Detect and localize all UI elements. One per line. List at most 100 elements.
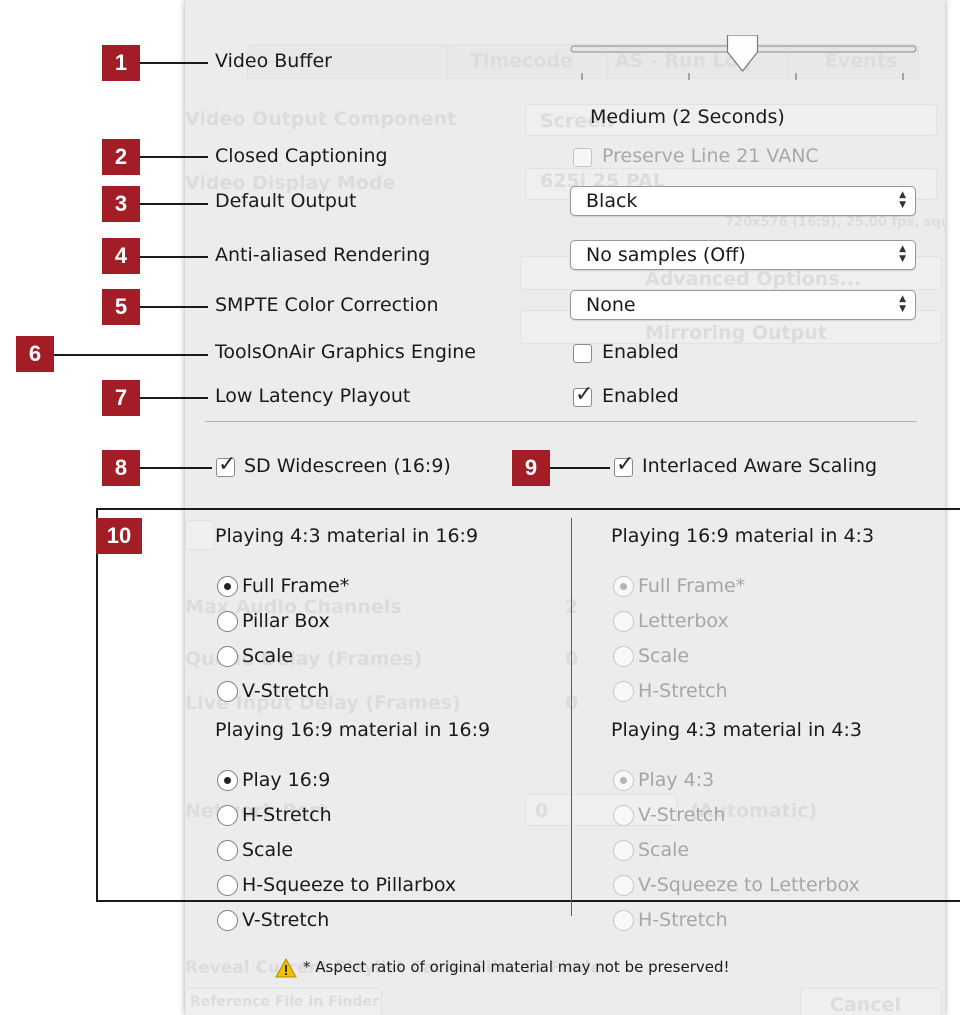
ghost-button-label: Cancel [830,994,901,1015]
radio-button[interactable] [217,875,238,896]
radio-option-label: H-Stretch [242,804,332,826]
smpte-select[interactable]: None ▲ ▼ [570,290,916,320]
ghost-label: Video Output Component [185,108,457,130]
radio-option-label: Scale [638,645,690,667]
ghost-tab-label: Timecode [470,50,573,72]
default-output-label: Default Output [215,190,357,212]
ghost-checkbox [185,520,215,550]
callout-leader [540,467,610,469]
radio-button[interactable] [613,805,634,826]
radio-option-label: Scale [242,839,294,861]
radio-button[interactable] [613,875,634,896]
sd-widescreen-label: SD Widescreen (16:9) [244,455,451,477]
radio-group-title: Playing 16:9 material in 16:9 [215,719,491,741]
radio-option-label: Play 4:3 [638,769,715,791]
radio-option-label: Scale [242,645,294,667]
radio-button[interactable] [613,910,634,931]
slider-thumb[interactable] [726,35,759,72]
callout-frame-bottom [96,900,960,902]
callout-leader [140,156,208,158]
checkmark-icon: ✓ [616,452,635,477]
radio-group-title: Playing 4:3 material in 16:9 [215,525,479,547]
warning-text: * Aspect ratio of original material may … [303,958,730,976]
radio-button[interactable] [217,805,238,826]
radio-option-label: H-Squeeze to Pillarbox [242,874,457,896]
radio-option-label: V-Stretch [638,804,726,826]
column-divider [571,518,572,916]
separator [205,421,917,422]
radio-button[interactable] [613,646,634,667]
callout-badge: 1 [102,45,140,81]
radio-button[interactable] [613,681,634,702]
closed-captioning-label: Closed Captioning [215,145,388,167]
radio-button[interactable] [217,646,238,667]
low-latency-checkbox[interactable]: ✓ [573,382,593,407]
radio-button[interactable] [217,576,238,597]
callout-leader [140,397,208,399]
radio-button[interactable] [217,611,238,632]
radio-selected-dot [620,777,627,784]
default-output-value: Black [586,190,638,212]
callout-badge: 10 [96,518,142,554]
radio-button[interactable] [217,910,238,931]
radio-button[interactable] [613,576,634,597]
ghost-value: 0 [535,800,549,822]
radio-option-label: Play 16:9 [242,769,331,791]
interlaced-checkbox[interactable]: ✓ [614,452,634,477]
warning-icon [275,958,297,978]
updown-arrows-icon: ▲ ▼ [899,244,906,264]
radio-option-label: V-Stretch [242,680,330,702]
toolsonair-label: ToolsOnAir Graphics Engine [215,341,476,363]
radio-option-label: Pillar Box [242,610,330,632]
radio-group-title: Playing 16:9 material in 4:3 [611,525,875,547]
callout-badge: 8 [102,450,140,486]
interlaced-label: Interlaced Aware Scaling [642,455,878,477]
radio-button[interactable] [613,611,634,632]
callout-leader [54,354,208,356]
radio-option-label: H-Stretch [638,909,728,931]
anti-aliased-label: Anti-aliased Rendering [215,244,431,266]
default-output-select[interactable]: Black ▲ ▼ [570,186,916,216]
smpte-label: SMPTE Color Correction [215,294,439,316]
radio-button[interactable] [217,840,238,861]
callout-leader [140,306,208,308]
video-buffer-label: Video Buffer [215,50,332,72]
radio-selected-dot [224,777,231,784]
radio-option-label: Full Frame* [638,575,746,597]
callout-frame-left [96,508,98,902]
anti-aliased-value: No samples (Off) [586,244,746,266]
radio-selected-dot [620,583,627,590]
preserve-line21-label: Preserve Line 21 VANC [602,145,819,167]
callout-badge: 6 [16,336,54,372]
smpte-value: None [586,294,636,316]
updown-arrows-icon: ▲ ▼ [899,294,906,314]
low-latency-label: Low Latency Playout [215,385,411,407]
callout-leader [140,256,208,258]
updown-arrows-icon: ▲ ▼ [899,190,906,210]
callout-leader [140,467,212,469]
radio-option-label: V-Stretch [242,909,330,931]
callout-frame-top [96,508,960,510]
radio-selected-dot [224,583,231,590]
sd-widescreen-checkbox[interactable]: ✓ [216,452,236,477]
radio-button[interactable] [217,770,238,791]
ghost-button-label: Advanced Options... [645,268,862,290]
anti-aliased-select[interactable]: No samples (Off) ▲ ▼ [570,240,916,270]
callout-badge: 2 [102,139,140,175]
toolsonair-checkbox[interactable] [573,344,592,363]
video-buffer-slider[interactable] [565,35,920,85]
video-buffer-value: Medium (2 Seconds) [590,106,785,128]
preserve-line21-checkbox[interactable] [573,148,592,167]
callout-badge: 9 [512,450,550,486]
low-latency-option-label: Enabled [602,385,679,407]
callout-badge: 7 [102,380,140,416]
radio-option-label: H-Stretch [638,680,728,702]
radio-button[interactable] [613,840,634,861]
callout-badge: 5 [102,289,140,325]
radio-option-label: Full Frame* [242,575,350,597]
checkmark-icon: ✓ [575,382,594,407]
radio-button[interactable] [217,681,238,702]
radio-button[interactable] [613,770,634,791]
toolsonair-option-label: Enabled [602,341,679,363]
radio-group-title: Playing 4:3 material in 4:3 [611,719,862,741]
